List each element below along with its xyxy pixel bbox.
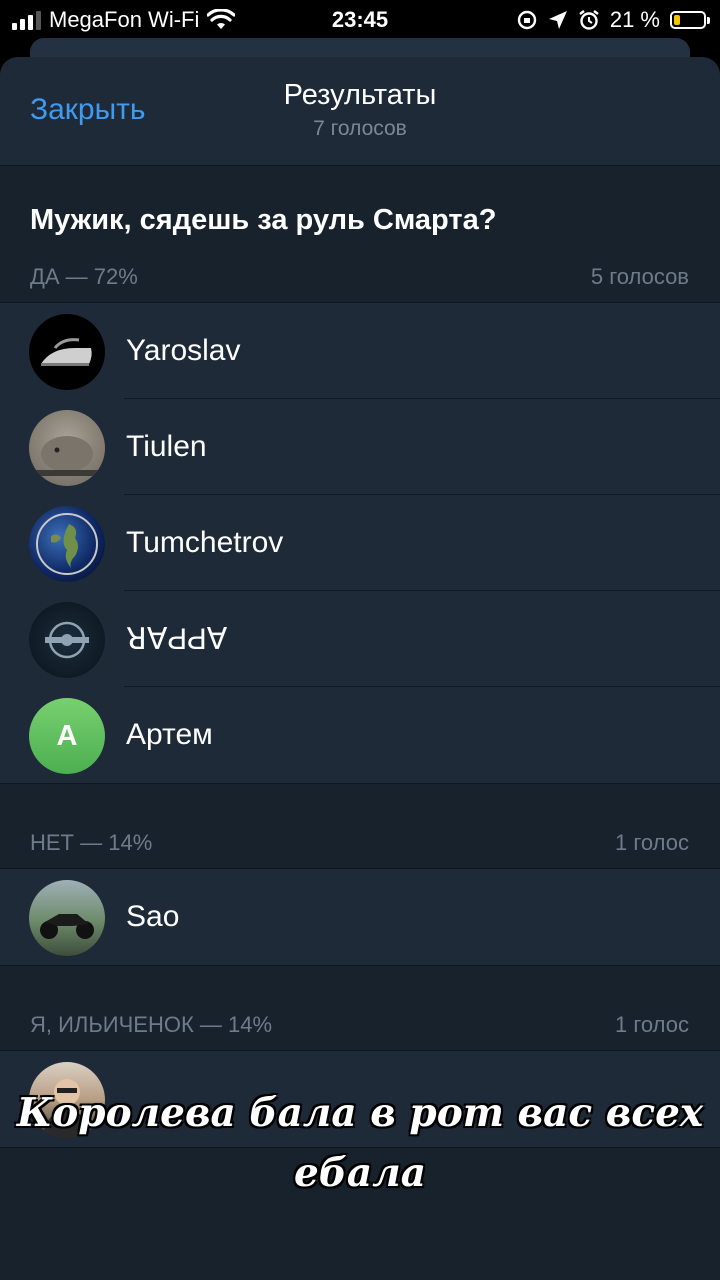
voter-row[interactable]: ꓤ∀ԀԀ∀ (0, 591, 720, 687)
poll-question: Мужик, сядешь за руль Смарта? (30, 204, 497, 236)
voter-name: Tumchetrov (126, 526, 284, 559)
avatar (29, 410, 105, 486)
battery-level (674, 15, 680, 25)
option-header-no: НЕТ — 14% 1 голос (0, 816, 720, 868)
option-count: 5 голосов (590, 264, 689, 289)
battery-percent: 21 % (609, 7, 660, 32)
voter-list-yes: Yaroslav Tiulen Tumchetrov ꓤ∀ԀԀ∀ А Артем (0, 302, 720, 784)
voter-name: Tiulen (126, 430, 207, 463)
voter-row[interactable]: Tiulen (0, 399, 720, 495)
ghost-logo-icon (45, 621, 89, 659)
voter-name: Yaroslav (126, 334, 241, 367)
location-arrow-icon (548, 11, 567, 29)
screen: MegaFon Wi-Fi 23:45 21 % Закрыть Результ… (0, 0, 720, 1280)
caption-line-2: ебала (293, 1150, 427, 1196)
avatar (29, 314, 105, 390)
option-header-yes: ДА — 72% 5 голосов (0, 250, 720, 302)
iron-icon (41, 338, 92, 366)
avatar-initial: А (29, 698, 105, 774)
option-label: Я, ИЛЬИЧЕНОК — 14% (30, 1012, 273, 1037)
voter-name: Sao (126, 900, 180, 933)
option-label: ДА — 72% (30, 264, 138, 289)
voter-row[interactable]: Sao (0, 869, 720, 965)
battery-icon (670, 11, 710, 29)
option-label: НЕТ — 14% (30, 830, 153, 855)
caption-line-1: Королева бала в рот вас всех (16, 1090, 704, 1136)
overlay-caption: Королева бала в рот вас всех ебала (0, 1083, 720, 1203)
navigation-bar: Закрыть Результаты 7 голосов (0, 57, 720, 166)
status-right: 21 % (516, 7, 710, 33)
motorcycle-icon (40, 914, 94, 939)
votes-total: 7 голосов (313, 117, 407, 140)
status-bar: MegaFon Wi-Fi 23:45 21 % (0, 0, 720, 40)
orientation-lock-icon (517, 10, 537, 30)
seal-icon (35, 436, 99, 476)
voter-list-no: Sao (0, 868, 720, 966)
voter-row[interactable]: Tumchetrov (0, 495, 720, 591)
voter-row[interactable]: Yaroslav (0, 303, 720, 399)
voter-row[interactable]: А Артем (0, 687, 720, 783)
page-title: Результаты (283, 79, 437, 111)
option-count: 1 голос (615, 1012, 689, 1037)
earth-icon (36, 513, 98, 575)
option-header-ilichenok: Я, ИЛЬИЧЕНОК — 14% 1 голос (0, 998, 720, 1050)
voter-name: ꓤ∀ԀԀ∀ (126, 623, 228, 656)
avatar (29, 506, 105, 582)
option-count: 1 голос (615, 830, 689, 855)
avatar (29, 880, 105, 956)
voter-name: Артем (126, 718, 213, 751)
avatar (29, 602, 105, 678)
alarm-icon (579, 10, 599, 30)
